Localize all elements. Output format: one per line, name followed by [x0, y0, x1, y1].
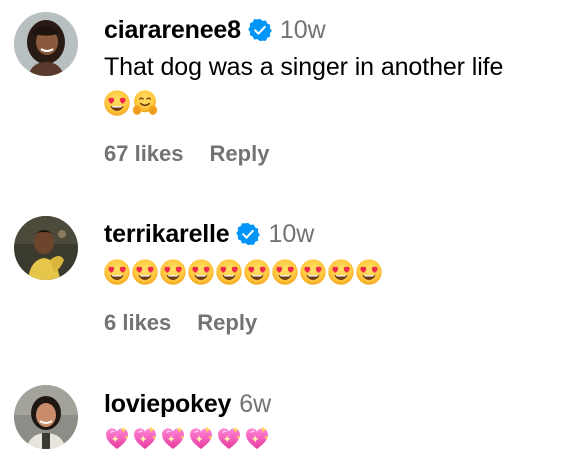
- comment-time[interactable]: 10w: [268, 220, 314, 249]
- sparkling-heart-emoji-icon: [103, 424, 131, 452]
- avatar-image: [14, 385, 78, 449]
- heart-eyes-emoji-icon: [299, 258, 327, 286]
- heart-eyes-emoji-icon: [271, 258, 299, 286]
- heart-eyes-emoji-icon: [131, 258, 159, 286]
- comment-item: ciararenee8 10w That dog was a singer in…: [0, 0, 584, 190]
- verified-badge-icon: [248, 18, 272, 42]
- heart-eyes-emoji-icon: [187, 258, 215, 286]
- sparkling-heart-emoji-icon: [215, 424, 243, 452]
- comment-text: That dog was a singer in another life: [104, 53, 504, 81]
- comment-actions: 6 likes Reply: [104, 308, 257, 338]
- username[interactable]: ciararenee8: [104, 16, 241, 45]
- heart-eyes-emoji-icon: [327, 258, 355, 286]
- comment-header: ciararenee8 10w: [104, 14, 326, 46]
- avatar-image: [14, 216, 78, 280]
- hugging-face-emoji-icon: [131, 89, 159, 117]
- heart-eyes-emoji-icon: [215, 258, 243, 286]
- reply-button[interactable]: Reply: [210, 141, 270, 167]
- heart-eyes-emoji-icon: [103, 89, 131, 117]
- avatar[interactable]: [14, 12, 78, 76]
- likes-count[interactable]: 6 likes: [104, 310, 171, 336]
- username[interactable]: terrikarelle: [104, 220, 230, 249]
- sparkling-heart-emoji-icon: [243, 424, 271, 452]
- heart-eyes-emoji-icon: [243, 258, 271, 286]
- heart-eyes-emoji-icon: [159, 258, 187, 286]
- emoji-row: [103, 423, 271, 453]
- sparkling-heart-emoji-icon: [187, 424, 215, 452]
- emoji-row: [103, 257, 383, 287]
- comment-header: terrikarelle 10w: [104, 218, 314, 250]
- comment-actions: 67 likes Reply: [104, 139, 269, 169]
- avatar-image: [14, 12, 78, 76]
- comment-item: terrikarelle 10w 6 likes Reply: [0, 200, 584, 360]
- username[interactable]: loviepokey: [104, 390, 231, 419]
- verified-badge-icon: [236, 222, 260, 246]
- sparkling-heart-emoji-icon: [131, 424, 159, 452]
- heart-eyes-emoji-icon: [355, 258, 383, 286]
- avatar[interactable]: [14, 385, 78, 449]
- likes-count[interactable]: 67 likes: [104, 141, 184, 167]
- comment-item: loviepokey 6w: [0, 370, 584, 462]
- sparkling-heart-emoji-icon: [159, 424, 187, 452]
- comment-time[interactable]: 6w: [239, 390, 271, 419]
- heart-eyes-emoji-icon: [103, 258, 131, 286]
- reply-button[interactable]: Reply: [197, 310, 257, 336]
- emoji-row: [103, 88, 159, 118]
- avatar[interactable]: [14, 216, 78, 280]
- comment-time[interactable]: 10w: [280, 16, 326, 45]
- comment-header: loviepokey 6w: [104, 388, 271, 420]
